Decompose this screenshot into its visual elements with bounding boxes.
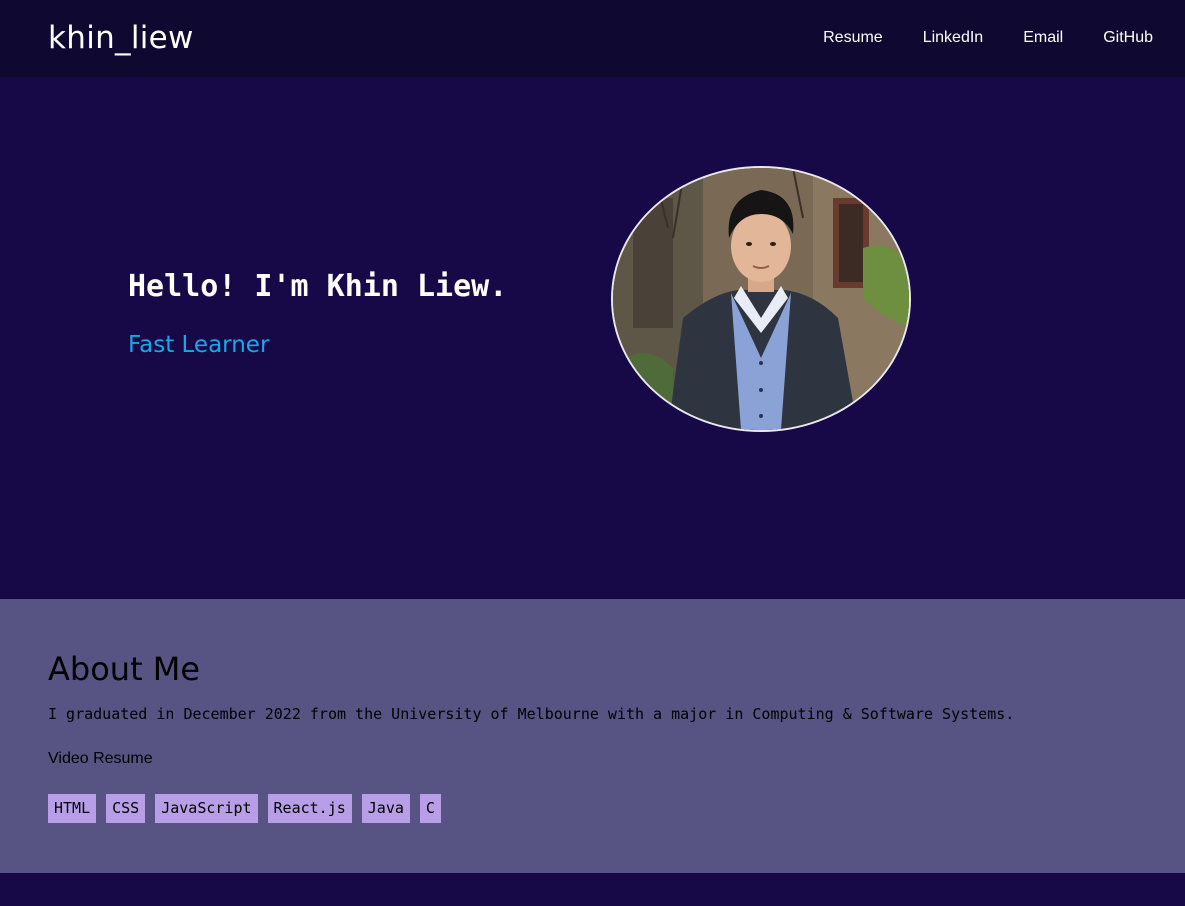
skill-tag-css: CSS (106, 794, 146, 823)
about-section: About Me I graduated in December 2022 fr… (0, 599, 1185, 873)
nav-links: Resume LinkedIn Email GitHub (823, 28, 1153, 48)
skill-tag-c: C (419, 794, 441, 823)
hero-section: Hello! I'm Khin Liew. Fast Learner (0, 77, 1185, 599)
nav-link-github[interactable]: GitHub (1103, 28, 1153, 48)
skill-tag-java: Java (361, 794, 410, 823)
navbar: khin_liew Resume LinkedIn Email GitHub (0, 0, 1185, 77)
about-heading: About Me (48, 650, 201, 688)
video-resume-link[interactable]: Video Resume (48, 749, 153, 769)
nav-link-linkedin[interactable]: LinkedIn (923, 28, 984, 48)
footer-band (0, 873, 1185, 906)
skill-tag-javascript: JavaScript (155, 794, 258, 823)
nav-link-resume[interactable]: Resume (823, 28, 883, 48)
brand-logo-link[interactable]: khin_liew (48, 18, 194, 58)
skills-list: HTML CSS JavaScript React.js Java C (48, 794, 441, 823)
about-description: I graduated in December 2022 from the Un… (48, 705, 1015, 723)
nav-link-email[interactable]: Email (1023, 28, 1063, 48)
profile-photo-illustration (613, 168, 909, 430)
hero-title: Hello! I'm Khin Liew. (128, 269, 508, 304)
profile-photo (611, 166, 911, 432)
hero-subtitle: Fast Learner (128, 332, 270, 358)
skill-tag-html: HTML (48, 794, 97, 823)
skill-tag-reactjs: React.js (267, 794, 352, 823)
